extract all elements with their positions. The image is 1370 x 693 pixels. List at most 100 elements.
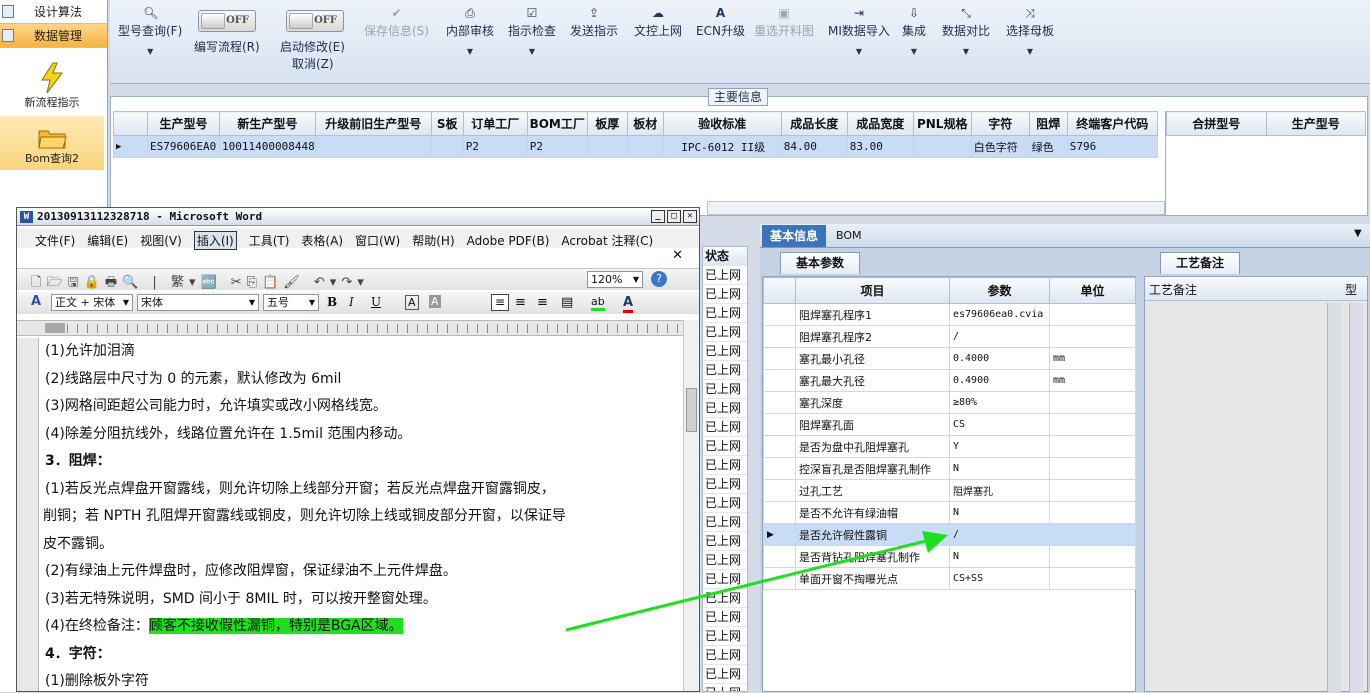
status-cell[interactable]: 已上网 xyxy=(703,684,747,691)
param-unit[interactable] xyxy=(1049,391,1136,414)
status-header[interactable]: 状态 xyxy=(703,247,747,266)
internal-review-button[interactable]: ⎙ 内部审核 ▼ xyxy=(446,6,494,56)
status-cell[interactable]: 已上网 xyxy=(703,361,747,380)
param-value[interactable]: es79606ea0.cvia xyxy=(949,303,1050,326)
status-cell[interactable]: 已上网 xyxy=(703,418,747,437)
status-cell[interactable]: 已上网 xyxy=(703,380,747,399)
menu-item[interactable]: 窗口(W) xyxy=(355,232,400,249)
param-item[interactable]: 是否允许假性露铜 xyxy=(795,523,950,546)
menu-item[interactable]: 表格(A) xyxy=(301,232,343,249)
param-item[interactable]: 是否背钻孔阻焊塞孔制作 xyxy=(795,545,950,568)
status-cell[interactable]: 已上网 xyxy=(703,456,747,475)
column-header[interactable]: 验收标准 xyxy=(662,111,782,136)
param-row[interactable]: 塞孔深度 ≥80% xyxy=(763,391,1136,414)
status-cell[interactable]: 已上网 xyxy=(703,494,747,513)
column-header[interactable]: S板 xyxy=(430,111,464,136)
param-value[interactable]: / xyxy=(949,523,1050,546)
status-cell[interactable]: 已上网 xyxy=(703,323,747,342)
param-unit[interactable]: mm xyxy=(1049,347,1136,370)
status-cell[interactable]: 已上网 xyxy=(703,646,747,665)
param-value[interactable]: CS xyxy=(949,413,1050,436)
status-cell[interactable]: 已上网 xyxy=(703,608,747,627)
status-cell[interactable]: 已上网 xyxy=(703,589,747,608)
column-header[interactable]: 阻焊 xyxy=(1028,111,1068,136)
param-unit[interactable] xyxy=(1049,523,1136,546)
tab-basic-params[interactable]: 基本参数 xyxy=(780,252,860,274)
chevron-down-icon[interactable]: ▼ xyxy=(1354,228,1362,239)
tab-craft-notes[interactable]: 工艺备注 xyxy=(1160,252,1240,274)
param-unit[interactable] xyxy=(1049,545,1136,568)
status-cell[interactable]: 已上网 xyxy=(703,399,747,418)
status-cell[interactable]: 已上网 xyxy=(703,532,747,551)
status-cell[interactable]: 已上网 xyxy=(703,304,747,323)
param-value[interactable]: N xyxy=(949,545,1050,568)
menu-item[interactable]: 视图(V) xyxy=(140,232,182,249)
zoom-select[interactable]: 120% ▼ xyxy=(587,271,643,288)
column-header[interactable]: BOM工厂 xyxy=(526,111,588,136)
font-color-icon[interactable]: A xyxy=(623,295,634,313)
param-row[interactable]: 阻焊塞孔程序2/ xyxy=(763,325,1136,348)
nav-item-data-management[interactable]: 数据管理 xyxy=(0,24,107,48)
menu-item[interactable]: Acrobat 注释(C) xyxy=(561,232,653,249)
bold-button[interactable]: B xyxy=(327,295,337,309)
cell[interactable] xyxy=(912,135,972,158)
param-unit[interactable] xyxy=(1049,435,1136,458)
vertical-scrollbar[interactable] xyxy=(1349,303,1363,693)
menu-item[interactable]: 帮助(H) xyxy=(412,232,454,249)
font-size-select[interactable]: 五号 ▼ xyxy=(263,294,319,311)
cell[interactable]: 10011400008448 xyxy=(219,135,316,158)
mi-import-button[interactable]: ⇥ MI数据导入 ▼ xyxy=(828,6,890,56)
column-header[interactable]: 项目 xyxy=(795,277,950,304)
column-header[interactable]: 成品宽度 xyxy=(846,111,914,136)
highlight-icon[interactable]: ab xyxy=(591,295,605,311)
status-cell[interactable]: 已上网 xyxy=(703,513,747,532)
status-cell[interactable]: 已上网 xyxy=(703,665,747,684)
status-cell[interactable]: 已上网 xyxy=(703,437,747,456)
cell[interactable] xyxy=(314,135,432,158)
horizontal-ruler[interactable] xyxy=(17,320,699,336)
param-item[interactable]: 是否为盘中孔阻焊塞孔 xyxy=(795,435,950,458)
new-flow-instruction-tile[interactable]: 新流程指示 xyxy=(0,56,104,114)
param-row[interactable]: 单面开窗不掏曝光点 CS+SS xyxy=(763,567,1136,590)
status-cell[interactable]: 已上网 xyxy=(703,266,747,285)
param-item[interactable]: 塞孔深度 xyxy=(795,391,950,414)
word-titlebar[interactable]: W 20130913112328718 - Microsoft Word _ □… xyxy=(17,208,699,226)
param-row[interactable]: 是否背钻孔阻焊塞孔制作 N xyxy=(763,545,1136,568)
cell[interactable]: P2 xyxy=(462,135,528,158)
param-row[interactable]: 过孔工艺 阻焊塞孔 xyxy=(763,479,1136,502)
save-info-button[interactable]: ✔ 保存信息(S) xyxy=(364,6,429,39)
instruction-check-button[interactable]: ☑ 指示检查 ▼ xyxy=(508,6,556,56)
param-row[interactable]: 是否不允许有绿油帽 N xyxy=(763,501,1136,524)
column-header[interactable]: 升级前旧生产型号 xyxy=(314,111,432,136)
param-unit[interactable] xyxy=(1049,479,1136,502)
param-item[interactable]: 塞孔最小孔径 xyxy=(795,347,950,370)
param-row[interactable]: 塞孔最大孔径 0.4900 mm xyxy=(763,369,1136,392)
status-cell[interactable]: 已上网 xyxy=(703,285,747,304)
distribute-button[interactable]: ▤ xyxy=(561,295,573,310)
vertical-scrollbar[interactable] xyxy=(1327,303,1341,693)
param-row[interactable]: 控深盲孔是否阻焊塞孔制作 N xyxy=(763,457,1136,480)
cell[interactable] xyxy=(626,135,664,158)
minimize-icon[interactable]: _ xyxy=(651,210,665,223)
status-cell[interactable]: 已上网 xyxy=(703,342,747,361)
nav-item-design-algorithm[interactable]: 设计算法 xyxy=(0,0,107,24)
column-header[interactable]: 订单工厂 xyxy=(462,111,528,136)
align-right-button[interactable]: ≡ xyxy=(537,295,548,310)
param-unit[interactable] xyxy=(1049,413,1136,436)
column-header[interactable]: 字符 xyxy=(970,111,1030,136)
start-modify-toggle[interactable]: OFF xyxy=(286,10,344,32)
bom-query-tile[interactable]: Bom查询2 xyxy=(0,116,104,170)
param-value[interactable]: 0.4000 xyxy=(949,347,1050,370)
param-value[interactable]: 阻焊塞孔 xyxy=(949,479,1050,502)
cell[interactable]: P2 xyxy=(526,135,588,158)
status-cell[interactable]: 已上网 xyxy=(703,551,747,570)
table-row[interactable]: ▶ ES79606EA0 10011400008448 P2 P2 IPC-60… xyxy=(113,135,1158,158)
column-header[interactable]: 单位 xyxy=(1049,277,1136,304)
menu-item[interactable]: 文件(F) xyxy=(35,232,75,249)
param-item[interactable]: 单面开窗不掏曝光点 xyxy=(795,567,950,590)
horizontal-scrollbar[interactable] xyxy=(707,201,1165,215)
menu-item[interactable]: 编辑(E) xyxy=(87,232,128,249)
cell[interactable] xyxy=(586,135,628,158)
param-row[interactable]: 阻焊塞孔面 CS xyxy=(763,413,1136,436)
char-shading-button[interactable]: A xyxy=(429,295,441,308)
